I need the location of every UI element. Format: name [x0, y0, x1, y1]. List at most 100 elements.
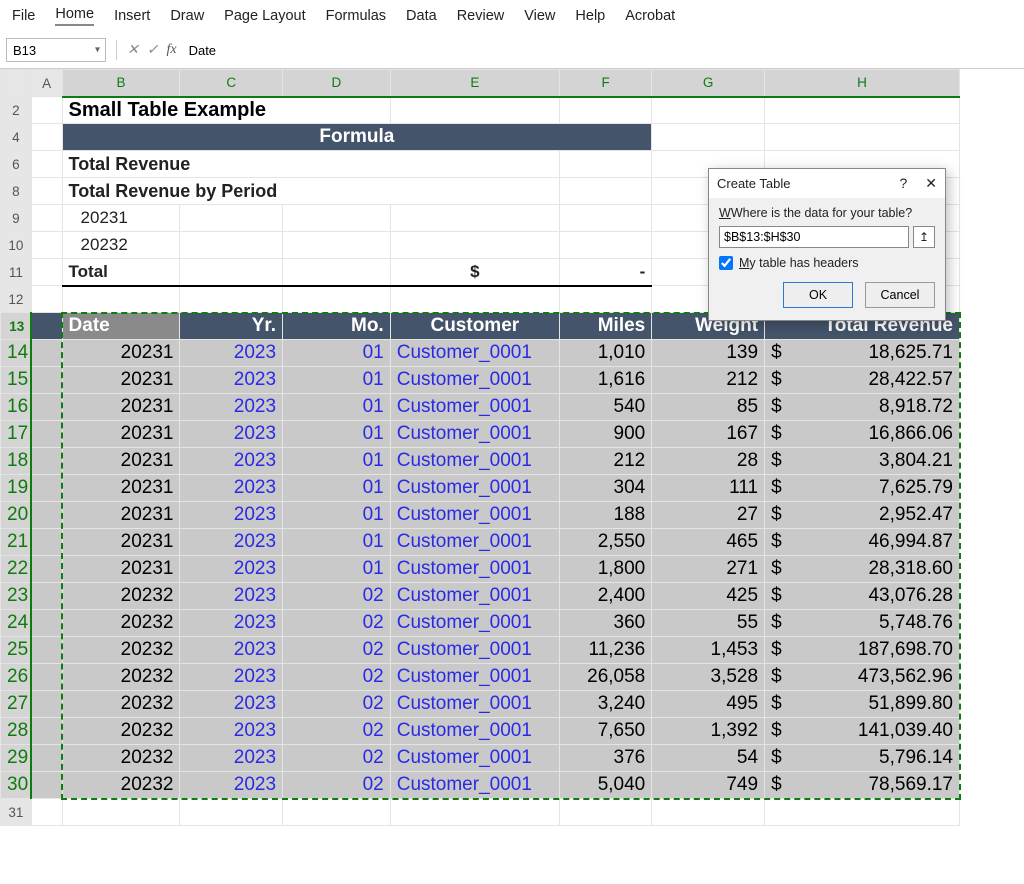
cell-mo[interactable]: 02: [283, 664, 391, 691]
row-header-18[interactable]: 18: [1, 448, 32, 475]
total-dash[interactable]: -: [559, 259, 651, 286]
cell-weight[interactable]: 27: [652, 502, 765, 529]
range-input[interactable]: [719, 226, 909, 248]
cell[interactable]: [652, 97, 765, 124]
cell[interactable]: [62, 799, 180, 826]
cell-customer[interactable]: Customer_0001: [390, 610, 559, 637]
cell-revenue[interactable]: 141,039.40: [765, 718, 960, 745]
cell-yr[interactable]: 2023: [180, 583, 283, 610]
cell-yr[interactable]: 2023: [180, 448, 283, 475]
dialog-titlebar[interactable]: Create Table ? ✕: [709, 169, 945, 198]
cell-yr[interactable]: 2023: [180, 745, 283, 772]
cell[interactable]: [559, 232, 651, 259]
cell-revenue[interactable]: 7,625.79: [765, 475, 960, 502]
cell[interactable]: [31, 421, 62, 448]
cell[interactable]: [31, 799, 62, 826]
cell-customer[interactable]: Customer_0001: [390, 502, 559, 529]
cell-customer[interactable]: Customer_0001: [390, 394, 559, 421]
cell-miles[interactable]: 7,650: [559, 718, 651, 745]
cell-mo[interactable]: 02: [283, 691, 391, 718]
cell-miles[interactable]: 360: [559, 610, 651, 637]
cell[interactable]: [31, 772, 62, 799]
cell-mo[interactable]: 02: [283, 610, 391, 637]
cell-date[interactable]: 20232: [62, 772, 180, 799]
cell[interactable]: [390, 232, 559, 259]
cell-revenue[interactable]: 16,866.06: [765, 421, 960, 448]
cell-date[interactable]: 20231: [62, 529, 180, 556]
cell[interactable]: [31, 205, 62, 232]
cell-revenue[interactable]: 28,422.57: [765, 367, 960, 394]
cell[interactable]: [31, 151, 62, 178]
cell-yr[interactable]: 2023: [180, 772, 283, 799]
cell-miles[interactable]: 1,010: [559, 340, 651, 367]
total-dollar[interactable]: $: [390, 259, 559, 286]
row-header-14[interactable]: 14: [1, 340, 32, 367]
row-header-31[interactable]: 31: [1, 799, 32, 826]
th-miles[interactable]: Miles: [559, 313, 651, 340]
cell-mo[interactable]: 01: [283, 421, 391, 448]
cell-yr[interactable]: 2023: [180, 367, 283, 394]
cell[interactable]: [765, 124, 960, 151]
row-header-15[interactable]: 15: [1, 367, 32, 394]
cell-date[interactable]: 20231: [62, 475, 180, 502]
cell-weight[interactable]: 3,528: [652, 664, 765, 691]
headers-checkbox-row[interactable]: My table has headers: [719, 256, 935, 270]
row-header-26[interactable]: 26: [1, 664, 32, 691]
column-header-H[interactable]: H: [765, 70, 960, 97]
fx-icon[interactable]: fx: [166, 42, 176, 58]
cell[interactable]: [31, 97, 62, 124]
cell-revenue[interactable]: 473,562.96: [765, 664, 960, 691]
cell[interactable]: [283, 205, 391, 232]
close-icon[interactable]: ✕: [925, 175, 937, 192]
ribbon-tab-page-layout[interactable]: Page Layout: [224, 8, 305, 24]
cell-miles[interactable]: 212: [559, 448, 651, 475]
row-header-2[interactable]: 2: [1, 97, 32, 124]
column-header-F[interactable]: F: [559, 70, 651, 97]
cell-revenue[interactable]: 28,318.60: [765, 556, 960, 583]
cell[interactable]: [31, 664, 62, 691]
cell-date[interactable]: 20232: [62, 691, 180, 718]
row-header-21[interactable]: 21: [1, 529, 32, 556]
period-1[interactable]: 20231: [62, 205, 180, 232]
cell-revenue[interactable]: 5,748.76: [765, 610, 960, 637]
cell-weight[interactable]: 85: [652, 394, 765, 421]
cell-mo[interactable]: 02: [283, 718, 391, 745]
cell[interactable]: [559, 286, 651, 313]
cell-weight[interactable]: 1,453: [652, 637, 765, 664]
cell-weight[interactable]: 212: [652, 367, 765, 394]
row-header-28[interactable]: 28: [1, 718, 32, 745]
cell-customer[interactable]: Customer_0001: [390, 421, 559, 448]
cell[interactable]: [31, 448, 62, 475]
cell-revenue[interactable]: 187,698.70: [765, 637, 960, 664]
ribbon-tab-help[interactable]: Help: [575, 8, 605, 24]
cancel-button[interactable]: Cancel: [865, 282, 935, 308]
cell-mo[interactable]: 01: [283, 448, 391, 475]
cell-revenue[interactable]: 46,994.87: [765, 529, 960, 556]
cell[interactable]: [559, 97, 651, 124]
cell-miles[interactable]: 188: [559, 502, 651, 529]
cell[interactable]: [31, 529, 62, 556]
cell-revenue[interactable]: 43,076.28: [765, 583, 960, 610]
total-revenue-label[interactable]: Total Revenue: [62, 151, 559, 178]
cell-mo[interactable]: 01: [283, 529, 391, 556]
cell[interactable]: [283, 799, 391, 826]
cell-date[interactable]: 20231: [62, 556, 180, 583]
title-cell[interactable]: Small Table Example: [62, 97, 390, 124]
cell-weight[interactable]: 28: [652, 448, 765, 475]
cell[interactable]: [390, 97, 559, 124]
cell-mo[interactable]: 01: [283, 475, 391, 502]
name-box[interactable]: [6, 38, 106, 62]
row-header-29[interactable]: 29: [1, 745, 32, 772]
cell-date[interactable]: 20232: [62, 637, 180, 664]
cell-weight[interactable]: 111: [652, 475, 765, 502]
cell[interactable]: [652, 799, 765, 826]
cell-weight[interactable]: 749: [652, 772, 765, 799]
cell-miles[interactable]: 3,240: [559, 691, 651, 718]
ok-button[interactable]: OK: [783, 282, 853, 308]
cell-mo[interactable]: 01: [283, 340, 391, 367]
row-header-12[interactable]: 12: [1, 286, 32, 313]
cell[interactable]: [31, 610, 62, 637]
column-header-C[interactable]: C: [180, 70, 283, 97]
cell-weight[interactable]: 465: [652, 529, 765, 556]
column-header-B[interactable]: B: [62, 70, 180, 97]
